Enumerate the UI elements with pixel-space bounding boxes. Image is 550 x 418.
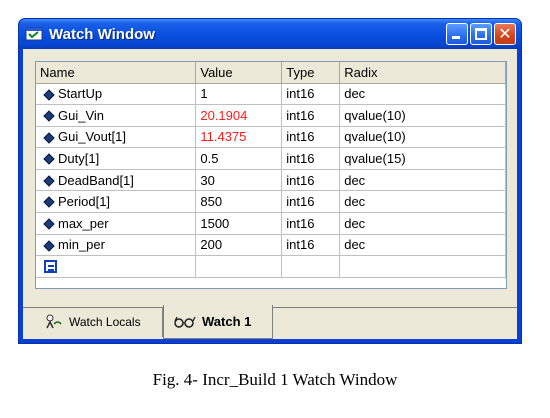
variable-type-cell[interactable]: int16: [281, 147, 341, 170]
watch-rows: StartUp 1 int16 dec Gui_Vin 20.1904 int1…: [36, 83, 506, 278]
table-row[interactable]: min_per 200 int16 dec: [36, 234, 506, 257]
variable-radix-cell[interactable]: dec: [339, 212, 506, 235]
variable-name-cell[interactable]: StartUp: [36, 83, 197, 106]
maximize-button[interactable]: [470, 23, 492, 45]
variable-value-cell[interactable]: 850: [195, 190, 283, 214]
column-header-value[interactable]: Value: [195, 62, 283, 84]
variable-value-cell[interactable]: 200: [195, 234, 283, 257]
variable-icon: [43, 175, 55, 187]
table-row[interactable]: max_per 1500 int16 dec: [36, 212, 506, 235]
variable-type-cell[interactable]: int16: [281, 190, 341, 214]
variable-value-cell[interactable]: 1: [195, 83, 283, 106]
watch-window: Watch Window ✕ Name Value Type Radix Sta…: [18, 18, 522, 344]
variable-name: Duty[1]: [58, 151, 100, 167]
variable-radix-cell[interactable]: qvalue(10): [339, 126, 506, 149]
table-row[interactable]: Duty[1] 0.5 int16 qvalue(15): [36, 147, 506, 170]
variable-name-cell[interactable]: max_per: [36, 212, 197, 235]
variable-value-cell[interactable]: 0.5: [195, 147, 283, 170]
variable-name: StartUp: [58, 86, 103, 102]
variable-name-cell[interactable]: Gui_Vout[1]: [36, 126, 197, 149]
variable-type-cell[interactable]: int16: [281, 234, 341, 257]
variable-name-cell[interactable]: Gui_Vin: [36, 104, 197, 127]
variable-name-cell[interactable]: Duty[1]: [36, 147, 197, 170]
variable-radix-cell[interactable]: dec: [339, 83, 506, 106]
variable-icon: [43, 153, 55, 165]
variable-icon: [43, 239, 55, 252]
table-row[interactable]: DeadBand[1] 30 int16 dec: [36, 169, 506, 192]
new-entry-row[interactable]: [36, 255, 506, 278]
table-row[interactable]: Gui_Vout[1] 11.4375 int16 qvalue(10): [36, 126, 506, 149]
variable-radix-cell[interactable]: qvalue(15): [339, 147, 506, 170]
column-header-type[interactable]: Type: [281, 62, 341, 84]
new-watch-entry-icon[interactable]: [44, 260, 57, 274]
variable-name-cell[interactable]: Period[1]: [36, 190, 197, 214]
watch-table: Name Value Type Radix StartUp 1 int16 de…: [36, 62, 506, 278]
variable-type-cell[interactable]: int16: [281, 169, 341, 192]
variable-type-cell[interactable]: int16: [281, 212, 341, 235]
variable-type-cell[interactable]: int16: [281, 104, 341, 127]
minimize-icon: [452, 36, 460, 39]
title-bar[interactable]: Watch Window ✕: [19, 19, 521, 49]
close-icon: ✕: [498, 24, 512, 43]
table-row[interactable]: Gui_Vin 20.1904 int16 qvalue(10): [36, 104, 506, 127]
variable-value-cell[interactable]: 11.4375: [195, 126, 283, 149]
minimize-button[interactable]: [446, 23, 468, 45]
close-button[interactable]: ✕: [494, 23, 516, 45]
variable-name: Gui_Vin: [58, 107, 105, 123]
variable-name: Period[1]: [58, 194, 111, 210]
variable-name: min_per: [58, 237, 105, 253]
variable-radix-cell[interactable]: qvalue(10): [339, 104, 506, 127]
empty-cell[interactable]: [281, 255, 341, 278]
table-row[interactable]: StartUp 1 int16 dec: [36, 83, 506, 106]
new-entry-cell[interactable]: [36, 255, 197, 278]
variable-icon: [43, 196, 55, 209]
tab-label: Watch 1: [202, 314, 252, 329]
table-row[interactable]: Period[1] 850 int16 dec: [36, 190, 506, 214]
variable-icon: [43, 88, 55, 101]
tab-label: Watch Locals: [69, 315, 141, 329]
variable-icon: [43, 132, 55, 144]
column-header-name[interactable]: Name: [36, 62, 197, 84]
variable-radix-cell[interactable]: dec: [339, 169, 506, 192]
watch-locals-icon: [46, 314, 62, 329]
variable-name: max_per: [58, 215, 109, 231]
figure-caption: Fig. 4- Incr_Build 1 Watch Window: [152, 370, 398, 389]
empty-cell[interactable]: [195, 255, 283, 278]
variable-radix-cell[interactable]: dec: [339, 190, 506, 214]
variable-icon: [43, 110, 55, 122]
window-title: Watch Window: [49, 25, 155, 43]
watch-grid: Name Value Type Radix StartUp 1 int16 de…: [35, 61, 507, 289]
variable-type-cell[interactable]: int16: [281, 126, 341, 149]
variable-type-cell[interactable]: int16: [281, 83, 341, 106]
tab-watch-1[interactable]: Watch 1: [163, 305, 273, 339]
column-header-radix[interactable]: Radix: [339, 62, 506, 84]
variable-value-cell[interactable]: 20.1904: [195, 104, 283, 127]
tab-watch-locals[interactable]: Watch Locals: [35, 307, 163, 337]
maximize-icon: [475, 28, 487, 40]
variable-name: Gui_Vout[1]: [58, 129, 126, 145]
window-controls: ✕: [446, 23, 516, 45]
window-client-area: Name Value Type Radix StartUp 1 int16 de…: [23, 49, 517, 339]
watch-window-app-icon: [25, 27, 43, 41]
header-row: Name Value Type Radix: [36, 62, 506, 84]
variable-value-cell[interactable]: 30: [195, 169, 283, 192]
variable-value-cell[interactable]: 1500: [195, 212, 283, 235]
variable-name: DeadBand[1]: [58, 172, 134, 188]
glasses-icon: [174, 316, 196, 328]
variable-icon: [43, 218, 55, 230]
variable-name-cell[interactable]: min_per: [36, 234, 197, 257]
variable-radix-cell[interactable]: dec: [339, 234, 506, 257]
empty-cell[interactable]: [339, 255, 506, 278]
variable-name-cell[interactable]: DeadBand[1]: [36, 169, 197, 192]
